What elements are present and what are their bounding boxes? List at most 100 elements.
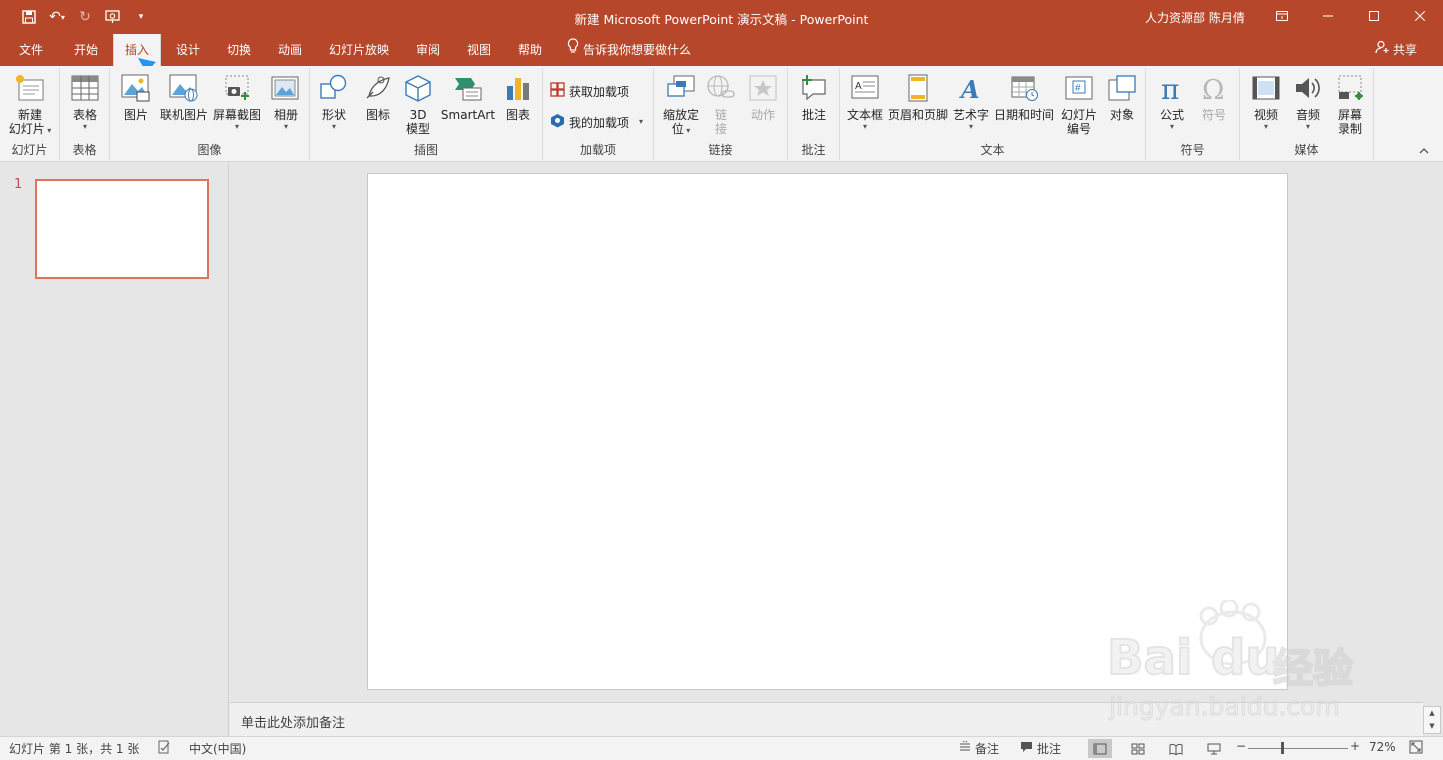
- textbox-button[interactable]: A 文本框 ▾: [844, 72, 886, 132]
- user-name[interactable]: 人力资源部 陈月倩: [1145, 9, 1245, 26]
- audio-button[interactable]: 音频 ▾: [1288, 72, 1328, 132]
- tab-review[interactable]: 审阅: [404, 34, 452, 66]
- smartart-button[interactable]: SmartArt: [438, 72, 498, 122]
- get-addins-label: 获取加载项: [569, 84, 630, 99]
- link-button[interactable]: 链 接: [704, 72, 738, 136]
- tell-me-search[interactable]: 告诉我你想要做什么: [567, 34, 691, 66]
- screenshot-button[interactable]: 屏幕截图 ▾: [210, 72, 264, 132]
- fit-to-window-icon[interactable]: [1409, 740, 1423, 754]
- header-footer-button[interactable]: 页眉和页脚: [886, 72, 950, 122]
- group-label-tables: 表格: [72, 143, 97, 157]
- notes-placeholder: 单击此处添加备注: [241, 716, 346, 731]
- equation-button[interactable]: π 公式 ▾: [1152, 72, 1192, 132]
- shapes-button[interactable]: 形状 ▾: [314, 72, 354, 132]
- get-addins-button[interactable]: 获取加载项: [550, 82, 629, 100]
- slide-number-button[interactable]: # 幻灯片 编号: [1058, 72, 1100, 136]
- group-label-media: 媒体: [1294, 143, 1319, 157]
- cube-icon: [402, 72, 434, 104]
- zoom-out-icon[interactable]: −: [1236, 739, 1246, 753]
- slideshow-view-icon[interactable]: [1202, 739, 1226, 758]
- collapse-ribbon-icon[interactable]: [1419, 146, 1429, 157]
- new-slide-button[interactable]: 新建 幻灯片 ▾: [6, 72, 54, 136]
- close-icon[interactable]: [1397, 0, 1443, 32]
- language-indicator[interactable]: 中文(中国): [189, 740, 246, 757]
- bar-chart-icon: [502, 72, 534, 104]
- slide-number-label-2: 编号: [1066, 122, 1091, 136]
- my-addins-button[interactable]: 我的加载项 ▾: [550, 113, 643, 131]
- picture-label: 图片: [123, 108, 148, 122]
- group-label-slides: 幻灯片: [11, 143, 48, 157]
- share-button[interactable]: 共享: [1375, 34, 1417, 66]
- screenshot-label: 屏幕截图: [212, 108, 261, 122]
- baidu-watermark: Bai du 经验 jingyan.baidu.com: [1105, 600, 1375, 730]
- ribbon-display-options-icon[interactable]: [1259, 0, 1305, 32]
- minimize-icon[interactable]: [1305, 0, 1351, 32]
- screen-recording-label-1: 屏幕: [1337, 108, 1362, 122]
- normal-view-icon[interactable]: [1088, 739, 1112, 758]
- group-images: 图片 联机图片 屏幕截图 ▾ 相册 ▾ 图像: [110, 68, 310, 160]
- maximize-icon[interactable]: [1351, 0, 1397, 32]
- table-button[interactable]: 表格 ▾: [64, 72, 106, 132]
- group-label-text: 文本: [980, 143, 1005, 157]
- tab-help[interactable]: 帮助: [506, 34, 554, 66]
- wordart-button[interactable]: A 艺术字 ▾: [950, 72, 992, 132]
- screen-recording-button[interactable]: 屏幕 录制: [1330, 72, 1370, 136]
- spell-check-icon[interactable]: [157, 740, 171, 754]
- group-tables: 表格 ▾ 表格: [60, 68, 110, 160]
- slide-number-icon: #: [1063, 72, 1095, 104]
- chevron-down-icon: ▾: [82, 122, 87, 131]
- svg-text:Ω: Ω: [1202, 75, 1224, 102]
- picture-icon: [120, 72, 152, 104]
- notes-scrollbar[interactable]: ▲ ▼: [1423, 706, 1441, 734]
- comments-toggle-button[interactable]: 批注: [1020, 740, 1061, 757]
- slide-thumbnail[interactable]: [35, 179, 209, 279]
- notes-toggle-button[interactable]: 备注: [959, 739, 999, 757]
- action-button[interactable]: 动作: [742, 72, 784, 122]
- shapes-label: 形状: [321, 108, 346, 122]
- ribbon: 新建 幻灯片 ▾ 幻灯片 表格 ▾ 表格 图片 联机图片 屏幕截图 ▾ 相册 ▾…: [0, 66, 1443, 162]
- new-comment-button[interactable]: 批注: [794, 72, 834, 122]
- datetime-button[interactable]: 日期和时间: [992, 72, 1056, 122]
- pi-icon: π: [1156, 72, 1188, 104]
- 3d-models-button[interactable]: 3D 模型: [400, 72, 436, 136]
- video-button[interactable]: 视频 ▾: [1246, 72, 1286, 132]
- symbol-button[interactable]: Ω 符号: [1194, 72, 1234, 122]
- object-button[interactable]: 对象: [1102, 72, 1142, 122]
- slide-sorter-view-icon[interactable]: [1126, 739, 1150, 758]
- tab-animations[interactable]: 动画: [266, 34, 314, 66]
- my-addins-label: 我的加载项: [569, 115, 630, 130]
- 3d-models-label-2: 模型: [405, 122, 430, 136]
- title-bar: ↶ ▾ ↻ ▾ 新建 Microsoft PowerPoint 演示文稿 - Po…: [0, 0, 1443, 34]
- watermark-url: jingyan.baidu.com: [1109, 692, 1341, 722]
- slide-number-label-1: 幻灯片: [1060, 108, 1097, 122]
- picture-button[interactable]: 图片: [116, 72, 156, 122]
- zoom-level[interactable]: 72%: [1369, 740, 1396, 754]
- tab-view[interactable]: 视图: [455, 34, 503, 66]
- tab-file[interactable]: 文件: [8, 34, 54, 66]
- zoom-slider-thumb[interactable]: [1281, 742, 1284, 754]
- slide-thumbnail-number: 1: [14, 177, 23, 192]
- zoom-slider-track[interactable]: [1248, 748, 1348, 749]
- chevron-down-icon: ▾: [1305, 122, 1310, 131]
- chart-button[interactable]: 图表: [498, 72, 538, 122]
- reading-view-icon[interactable]: [1164, 739, 1188, 758]
- online-picture-button[interactable]: 联机图片: [156, 72, 212, 122]
- chevron-down-icon: ▾: [44, 126, 52, 135]
- group-slides: 新建 幻灯片 ▾ 幻灯片: [0, 68, 60, 160]
- icons-button[interactable]: 图标: [358, 72, 398, 122]
- window-controls: [1259, 0, 1443, 32]
- chevron-down-icon: ▾: [968, 122, 973, 131]
- group-links: 缩放定 位 ▾ 链 接 动作 链接: [654, 68, 788, 160]
- tab-home[interactable]: 开始: [62, 34, 110, 66]
- chevron-down-icon: ▾: [639, 117, 644, 126]
- tab-transitions[interactable]: 切换: [215, 34, 263, 66]
- zoom-in-icon[interactable]: +: [1350, 739, 1360, 753]
- comments-toggle-label: 批注: [1037, 742, 1062, 756]
- notes-icon: [959, 739, 971, 756]
- zoom-button[interactable]: 缩放定 位 ▾: [658, 72, 704, 136]
- chevron-down-icon: ▾: [331, 122, 336, 131]
- tab-slideshow[interactable]: 幻灯片放映: [320, 34, 398, 66]
- album-button[interactable]: 相册 ▾: [266, 72, 306, 132]
- audio-label: 音频: [1295, 108, 1320, 122]
- person-icon: [1375, 34, 1389, 66]
